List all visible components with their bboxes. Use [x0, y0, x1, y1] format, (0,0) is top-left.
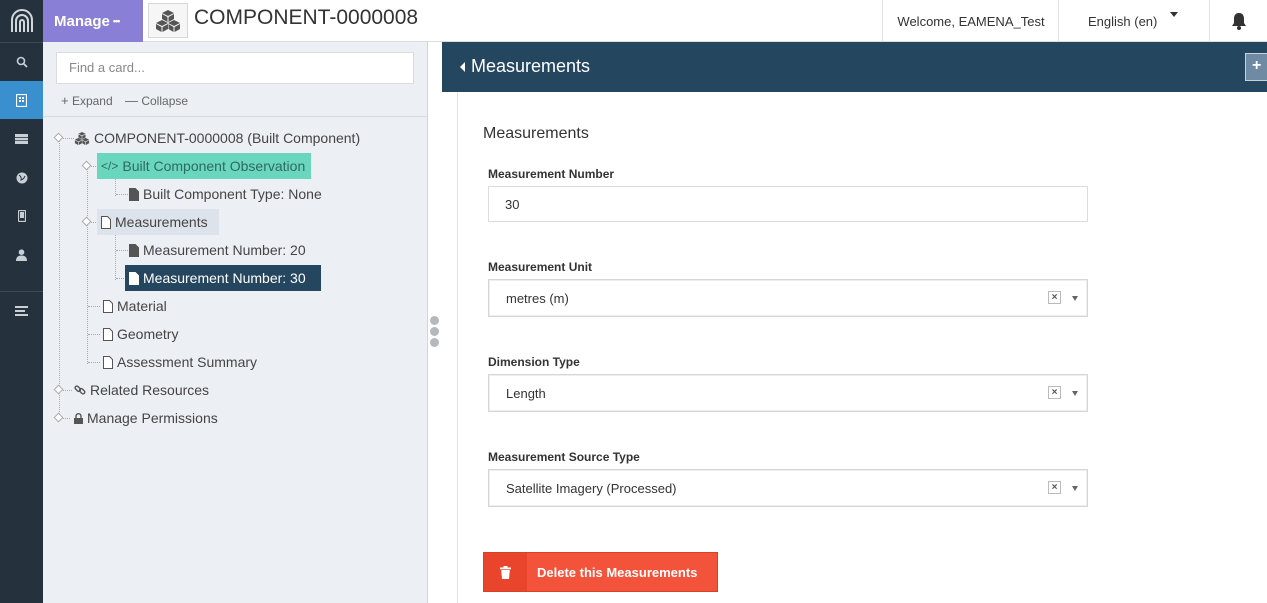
lock-icon — [74, 412, 83, 424]
clear-icon[interactable]: × — [1048, 291, 1061, 304]
link-icon — [74, 384, 86, 396]
expand-button[interactable]: + Expand — [61, 93, 113, 108]
expand-label: Expand — [71, 94, 113, 108]
file-icon — [129, 243, 139, 257]
top-header: Manage ••• COMPONENT-0000008 Welcome, EA… — [43, 0, 1267, 42]
collapse-button[interactable]: — Collapse — [125, 93, 188, 108]
source-type-label: Measurement Source Type — [488, 450, 640, 464]
database-icon[interactable] — [0, 120, 43, 158]
panel-splitter[interactable] — [428, 42, 442, 603]
minus-icon: — — [125, 93, 138, 108]
search-icon[interactable] — [0, 43, 43, 81]
measurement-unit-select[interactable]: metres (m) × — [488, 279, 1088, 317]
drag-handle-dot — [430, 327, 439, 336]
tree-node-measurement-20[interactable]: Measurement Number: 20 — [125, 237, 312, 263]
resource-editor-icon[interactable] — [0, 81, 43, 119]
tree-node-related[interactable]: Related Resources — [70, 377, 215, 403]
source-type-select[interactable]: Satellite Imagery (Processed) × — [488, 469, 1088, 507]
plus-icon: + — [61, 93, 69, 108]
resource-title: COMPONENT-0000008 — [194, 6, 419, 29]
tree-node-label: Related Resources — [90, 382, 210, 398]
tree-node-material[interactable]: Material — [99, 293, 173, 319]
mobile-icon[interactable] — [0, 197, 43, 235]
measurement-number-value: 30 — [505, 197, 520, 212]
plus-icon: + — [1252, 57, 1262, 74]
language-label: English (en) — [1088, 13, 1158, 29]
caret-left-icon[interactable] — [460, 62, 465, 72]
trash-icon — [484, 553, 527, 591]
dimension-type-value: Length — [506, 386, 546, 401]
drag-handle-dot — [430, 338, 439, 347]
file-outline-icon — [101, 215, 111, 229]
dimension-type-label: Dimension Type — [488, 355, 580, 369]
drag-handle-dot — [430, 316, 439, 325]
welcome-user[interactable]: Welcome, EAMENA_Test — [882, 0, 1059, 42]
tree-node-label: Material — [117, 298, 167, 314]
cubes-icon — [74, 131, 90, 145]
collapse-label: Collapse — [141, 94, 189, 108]
globe-icon[interactable] — [0, 159, 43, 197]
welcome-text: Welcome, EAMENA_Test — [897, 13, 1045, 29]
manage-dots-icon: ••• — [112, 16, 121, 26]
language-select[interactable]: English (en) — [1058, 0, 1210, 42]
tree-node-root[interactable]: COMPONENT-0000008 (Built Component) — [70, 125, 366, 151]
tree-node-label: Measurement Number: 20 — [143, 242, 306, 258]
clear-icon[interactable]: × — [1048, 481, 1061, 494]
tree-node-measurement-30[interactable]: Measurement Number: 30 — [125, 265, 321, 291]
delete-label: Delete this Measurements — [537, 565, 698, 580]
tree-divider — [43, 116, 428, 117]
tree-node-label: Built Component Observation — [122, 158, 306, 174]
menu-icon[interactable] — [0, 292, 43, 330]
tree-node-assessment[interactable]: Assessment Summary — [99, 349, 263, 375]
manage-button[interactable]: Manage ••• — [43, 0, 143, 42]
chevron-down-icon[interactable] — [1072, 296, 1078, 301]
tree-connector — [59, 140, 60, 420]
add-button[interactable]: + — [1245, 53, 1267, 81]
file-icon — [129, 187, 139, 201]
tree-node-label: Assessment Summary — [117, 354, 258, 370]
tree-node-label: Manage Permissions — [87, 410, 218, 426]
user-icon[interactable] — [0, 236, 43, 274]
chevron-down-icon[interactable] — [1072, 486, 1078, 491]
tree-node-observation[interactable]: </> Built Component Observation — [97, 153, 311, 179]
content-gutter — [442, 92, 458, 603]
clear-icon[interactable]: × — [1048, 386, 1061, 399]
measurement-unit-value: metres (m) — [506, 291, 569, 306]
chevron-down-icon[interactable] — [1072, 391, 1078, 396]
manage-label: Manage — [54, 12, 110, 30]
measurement-number-input[interactable]: 30 — [488, 186, 1088, 222]
tree-node-geometry[interactable]: Geometry — [99, 321, 184, 347]
tree-node-label: Measurements — [115, 214, 208, 230]
find-card-input[interactable]: Find a card... — [56, 52, 414, 84]
file-icon — [129, 271, 139, 285]
bell-icon — [1231, 13, 1246, 30]
dimension-type-select[interactable]: Length × — [488, 374, 1088, 412]
logo-icon[interactable] — [0, 0, 43, 42]
tree-node-permissions[interactable]: Manage Permissions — [70, 405, 224, 431]
tree-node-label: Geometry — [117, 326, 179, 342]
section-title: Measurements — [483, 125, 589, 142]
tree-node-label: Measurement Number: 30 — [143, 270, 306, 286]
card-header: Measurements + — [442, 42, 1267, 92]
measurement-unit-label: Measurement Unit — [488, 260, 593, 274]
resource-type-icon — [148, 3, 188, 38]
file-outline-icon — [103, 355, 113, 369]
icon-rail — [0, 0, 43, 603]
code-icon: </> — [101, 159, 119, 173]
tree-node-label: Built Component Type: None — [143, 186, 322, 202]
chevron-down-icon — [1170, 12, 1178, 17]
tree-node-component-type[interactable]: Built Component Type: None — [125, 181, 328, 207]
tree-connector — [115, 176, 116, 196]
measurement-number-label: Measurement Number — [488, 167, 615, 181]
file-outline-icon — [103, 299, 113, 313]
card-header-title: Measurements — [471, 56, 591, 76]
tree-node-measurements[interactable]: Measurements — [97, 209, 219, 235]
notifications-button[interactable] — [1209, 0, 1267, 42]
tree-node-label: COMPONENT-0000008 (Built Component) — [94, 130, 361, 146]
delete-measurements-button[interactable]: Delete this Measurements — [483, 552, 718, 592]
source-type-value: Satellite Imagery (Processed) — [506, 481, 677, 496]
tree-connector — [115, 232, 116, 280]
file-outline-icon — [103, 327, 113, 341]
